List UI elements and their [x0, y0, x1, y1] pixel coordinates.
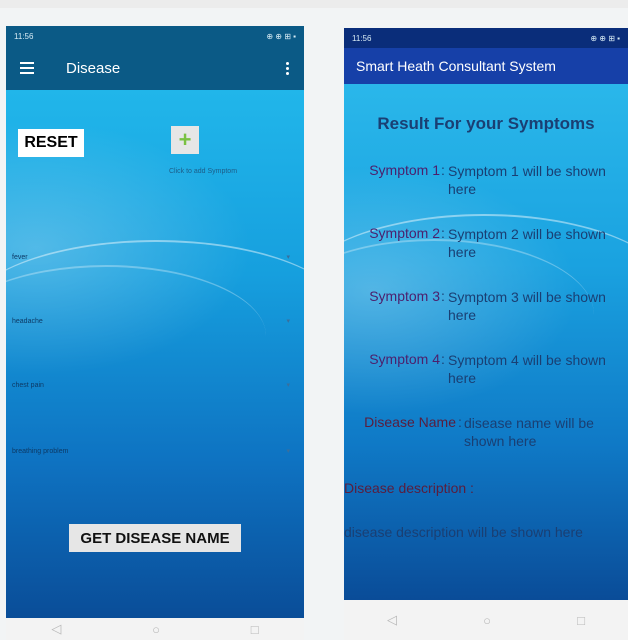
top-strip — [0, 0, 628, 8]
get-disease-name-button[interactable]: GET DISEASE NAME — [69, 524, 241, 552]
overflow-menu-icon[interactable] — [286, 61, 290, 75]
status-time: 11:56 — [14, 31, 34, 41]
spinner-value: headache — [12, 317, 43, 325]
symptom-value: Symptom 3 will be shown here — [448, 289, 606, 323]
colon: : — [466, 480, 474, 496]
description-label-text: Disease description — [344, 480, 467, 496]
dropdown-arrow-icon: ▾ — [286, 448, 290, 455]
symptom-spinner-2[interactable]: headache ▾ — [6, 312, 296, 330]
dropdown-arrow-icon: ▾ — [286, 382, 290, 389]
colon: : — [458, 414, 462, 430]
result-content: Result For your Symptoms Symptom 1 : Sym… — [344, 84, 628, 600]
status-bar: 11:56 ⊕ ⊕ ⊞ ▪ — [6, 26, 304, 46]
symptom-label: Symptom 3 — [369, 288, 440, 304]
spinner-value: chest pain — [12, 381, 44, 389]
spinner-value: breathing problem — [12, 447, 69, 455]
app-bar: Smart Heath Consultant System — [344, 48, 628, 84]
symptom-spinner-4[interactable]: breathing problem ▾ — [6, 442, 296, 460]
page-title: Disease — [66, 59, 121, 77]
disease-description-value: disease description will be shown here — [344, 524, 583, 540]
result-heading: Result For your Symptoms — [377, 114, 595, 133]
result-screen: 11:56 ⊕ ⊕ ⊞ ▪ Smart Heath Consultant Sys… — [344, 28, 628, 640]
symptom-label: Symptom 2 — [369, 225, 440, 241]
add-symptom-button[interactable]: + — [171, 126, 199, 154]
disease-description-label: Disease description : — [344, 480, 474, 496]
menu-icon[interactable] — [20, 62, 34, 74]
reset-button[interactable]: RESET — [18, 129, 84, 157]
colon: : — [441, 162, 445, 178]
colon: : — [441, 288, 445, 304]
app-bar: Disease — [6, 46, 304, 90]
back-icon[interactable]: ◁ — [387, 612, 397, 628]
symptom-value: Symptom 1 will be shown here — [448, 163, 606, 197]
system-nav-bar: ◁ ○ □ — [6, 618, 304, 640]
colon: : — [441, 351, 445, 367]
main-content: RESET + Click to add Symptom fever ▾ hea… — [6, 90, 304, 618]
symptom-value: Symptom 2 will be shown here — [448, 226, 606, 260]
symptom-label: Symptom 1 — [369, 162, 440, 178]
disease-name-label: Disease Name — [364, 414, 456, 430]
system-nav-bar: ◁ ○ □ — [344, 600, 628, 640]
colon: : — [441, 225, 445, 241]
symptom-spinner-1[interactable]: fever ▾ — [6, 248, 296, 266]
recents-icon[interactable]: □ — [251, 622, 259, 637]
app-title: Smart Heath Consultant System — [356, 58, 556, 74]
dropdown-arrow-icon: ▾ — [286, 318, 290, 325]
back-icon[interactable]: ◁ — [51, 621, 61, 637]
home-icon[interactable]: ○ — [483, 613, 491, 628]
spinner-value: fever — [12, 253, 28, 261]
symptom-spinner-3[interactable]: chest pain ▾ — [6, 376, 296, 394]
recents-icon[interactable]: □ — [577, 613, 585, 628]
status-icons: ⊕ ⊕ ⊞ ▪ — [590, 33, 620, 43]
symptom-label: Symptom 4 — [369, 351, 440, 367]
status-icons: ⊕ ⊕ ⊞ ▪ — [266, 31, 296, 41]
symptom-value: Symptom 4 will be shown here — [448, 352, 606, 386]
status-time: 11:56 — [352, 33, 372, 43]
add-symptom-caption: Click to add Symptom — [168, 168, 238, 175]
status-bar: 11:56 ⊕ ⊕ ⊞ ▪ — [344, 28, 628, 48]
home-icon[interactable]: ○ — [152, 622, 160, 637]
disease-input-screen: 11:56 ⊕ ⊕ ⊞ ▪ Disease RESET + Click to a… — [6, 26, 304, 640]
dropdown-arrow-icon: ▾ — [286, 254, 290, 261]
disease-name-value: disease name will be shown here — [464, 415, 594, 449]
